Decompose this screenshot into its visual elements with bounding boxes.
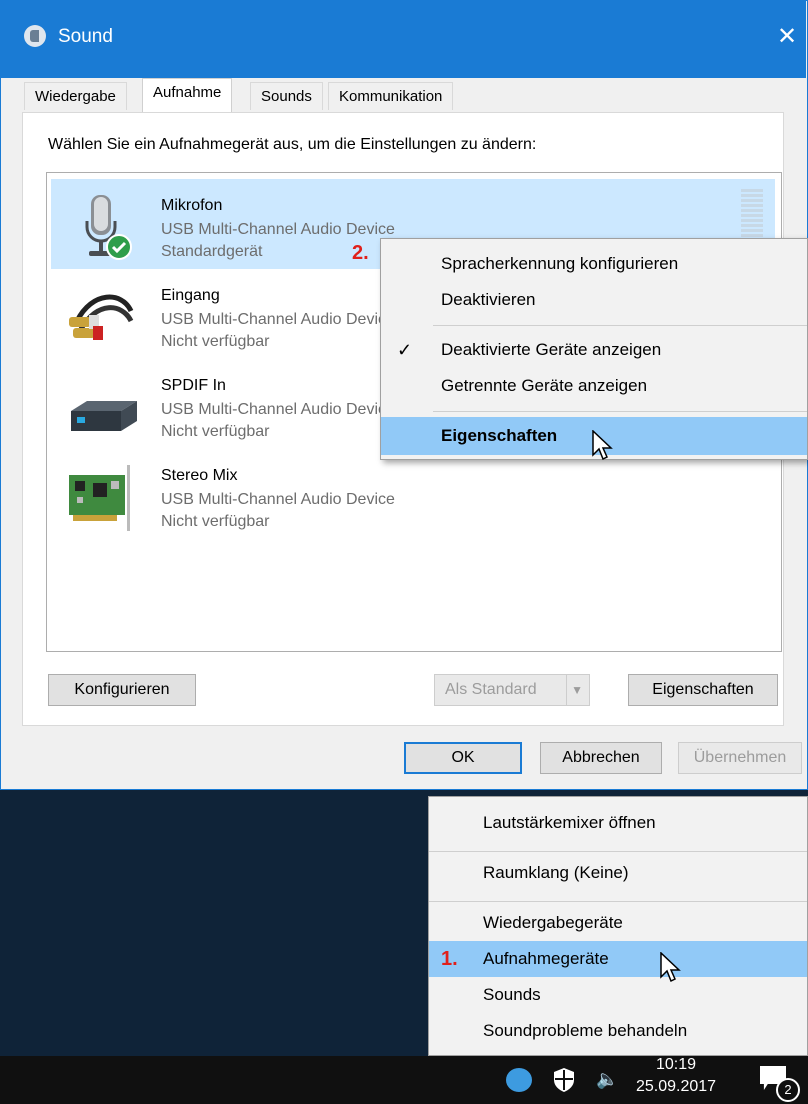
configure-button[interactable]: Konfigurieren [48,674,196,706]
device-context-menu: Spracherkennung konfigurieren Deaktivier… [380,238,808,460]
device-description: USB Multi-Channel Audio Device [161,401,395,418]
menu-item-troubleshoot[interactable]: Soundprobleme behandeln [429,1013,807,1049]
device-description: USB Multi-Channel Audio Device [161,491,395,508]
clock-date[interactable]: 25.09.2017 [628,1078,724,1096]
menu-item-playback-devices[interactable]: Wiedergabegeräte [429,905,807,941]
device-row-stereo-mix[interactable]: Stereo Mix USB Multi-Channel Audio Devic… [51,449,775,539]
speaker-icon[interactable]: 🔈 [596,1069,618,1090]
tab-aufnahme[interactable]: Aufnahme [142,78,233,112]
tray-context-menu: Lautstärkemixer öffnen Raumklang (Keine)… [428,796,808,1056]
device-status: Nicht verfügbar [161,333,270,350]
menu-separator [429,901,807,902]
tab-wiedergabe[interactable]: Wiedergabe [24,82,127,110]
menu-item-deactivate[interactable]: Deaktivieren [381,281,807,319]
window-title: Sound [58,26,113,47]
sound-card-icon [69,465,130,531]
menu-item-label: Raumklang (Keine) [483,863,629,882]
close-button[interactable]: ✕ [772,22,802,51]
taskbar: 🔈 10:19 25.09.2017 2 [0,1056,808,1104]
clock-time[interactable]: 10:19 [628,1056,724,1074]
tab-sounds[interactable]: Sounds [250,82,323,110]
mouse-cursor-icon [660,952,681,983]
device-description: USB Multi-Channel Audio Device [161,311,395,328]
instruction-text: Wählen Sie ein Aufnahmegerät aus, um die… [48,136,537,153]
device-description: USB Multi-Channel Audio Device [161,221,395,238]
notification-badge: 2 [776,1078,800,1102]
menu-item-label: Aufnahmegeräte [483,949,609,968]
spdif-device-icon [71,401,137,431]
apply-button[interactable]: Übernehmen [678,742,802,774]
menu-item-label: Sounds [483,985,541,1004]
cancel-button[interactable]: Abbrechen [540,742,662,774]
menu-item-show-disconnected[interactable]: Getrennte Geräte anzeigen [381,367,807,405]
device-name: Mikrofon [161,197,223,214]
chevron-down-icon: ▼ [566,675,583,705]
step-annotation-1: 1. [441,948,458,970]
properties-button[interactable]: Eigenschaften [628,674,778,706]
microphone-icon [85,195,132,260]
menu-item-label: Soundprobleme behandeln [483,1021,688,1040]
step-annotation-2: 2. [352,242,369,264]
menu-item-recording-devices[interactable]: 1. Aufnahmegeräte [429,941,807,977]
set-default-button[interactable]: Als Standard ▼ [434,674,590,706]
mouse-cursor-icon [592,430,613,461]
device-name: SPDIF In [161,377,226,394]
title-bar[interactable] [0,0,806,78]
speaker-icon [24,25,46,47]
menu-item-label: Lautstärkemixer öffnen [483,813,656,832]
device-name: Eingang [161,287,220,304]
menu-item-spatial-sound[interactable]: Raumklang (Keine) [429,855,807,891]
menu-item-sounds[interactable]: Sounds [429,977,807,1013]
menu-item-volume-mixer[interactable]: Lautstärkemixer öffnen [429,805,807,841]
tab-kommunikation[interactable]: Kommunikation [328,82,454,110]
shield-icon[interactable] [552,1066,576,1094]
device-name: Stereo Mix [161,467,238,484]
tab-strip: Wiedergabe Aufnahme Sounds Kommunikation [24,78,484,112]
menu-item-speech-recognition[interactable]: Spracherkennung konfigurieren [381,245,807,283]
set-default-label: Als Standard [445,681,537,698]
device-status: Nicht verfügbar [161,513,270,530]
menu-item-label: Wiedergabegeräte [483,913,623,932]
menu-separator [433,411,807,412]
menu-item-show-disabled[interactable]: ✓ Deaktivierte Geräte anzeigen [381,331,807,369]
cloud-sync-icon[interactable] [506,1068,532,1092]
checkmark-icon: ✓ [397,340,413,360]
device-status: Nicht verfügbar [161,423,270,440]
menu-item-label: Eigenschaften [441,426,558,445]
menu-item-label: Deaktivieren [441,290,536,309]
menu-separator [429,851,807,852]
menu-item-label: Deaktivierte Geräte anzeigen [441,340,662,359]
rca-cable-icon [69,294,134,340]
menu-item-label: Getrennte Geräte anzeigen [441,376,648,395]
menu-item-label: Spracherkennung konfigurieren [441,254,679,273]
device-status: Standardgerät [161,243,263,260]
ok-button[interactable]: OK [404,742,522,774]
menu-separator [433,325,807,326]
